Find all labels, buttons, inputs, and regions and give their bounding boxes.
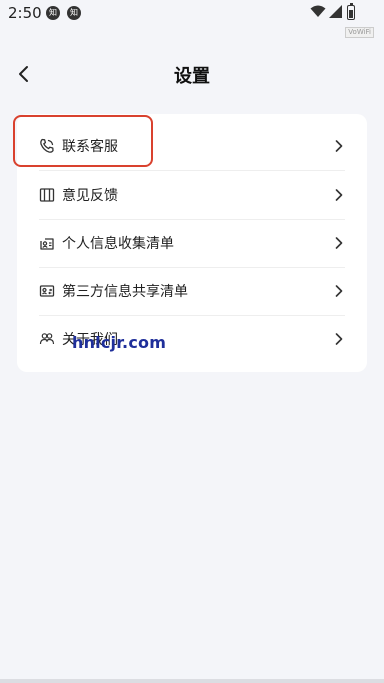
watermark-text: hnlcjr.com <box>72 333 167 352</box>
status-time: 2:50 <box>8 4 42 22</box>
menu-item-label: 联系客服 <box>62 139 118 155</box>
status-bar: 2:50 知 知 VoWiFi <box>0 0 384 38</box>
personal-info-icon <box>39 235 55 251</box>
wifi-icon <box>310 5 326 17</box>
chevron-right-icon <box>333 188 345 202</box>
settings-list: 联系客服 意见反馈 个人信息收集清单 第三方信息共享清单 关于我们 <box>17 114 367 372</box>
menu-item-third-party-share-list[interactable]: 第三方信息共享清单 <box>39 267 345 316</box>
menu-item-label: 意见反馈 <box>62 188 118 204</box>
page-title: 设置 <box>174 66 210 87</box>
chevron-right-icon <box>333 284 345 298</box>
phone-icon <box>39 138 55 154</box>
menu-item-personal-info-list[interactable]: 个人信息收集清单 <box>39 219 345 268</box>
notification-icon: 知 <box>46 6 60 20</box>
system-nav-bar <box>0 679 384 683</box>
battery-icon <box>347 3 355 20</box>
chevron-right-icon <box>333 236 345 250</box>
chevron-right-icon <box>333 139 345 153</box>
menu-item-contact-service[interactable]: 联系客服 <box>39 122 345 171</box>
notification-icon: 知 <box>67 6 81 20</box>
header: 设置 <box>0 52 384 98</box>
menu-item-label: 第三方信息共享清单 <box>62 284 188 300</box>
third-party-share-icon <box>39 283 55 299</box>
about-us-icon <box>39 331 55 347</box>
signal-icon <box>329 5 342 18</box>
vowifi-badge: VoWiFi <box>345 27 374 38</box>
chevron-right-icon <box>333 332 345 346</box>
menu-item-feedback[interactable]: 意见反馈 <box>39 171 345 220</box>
menu-item-label: 个人信息收集清单 <box>62 236 174 252</box>
feedback-icon <box>39 187 55 203</box>
